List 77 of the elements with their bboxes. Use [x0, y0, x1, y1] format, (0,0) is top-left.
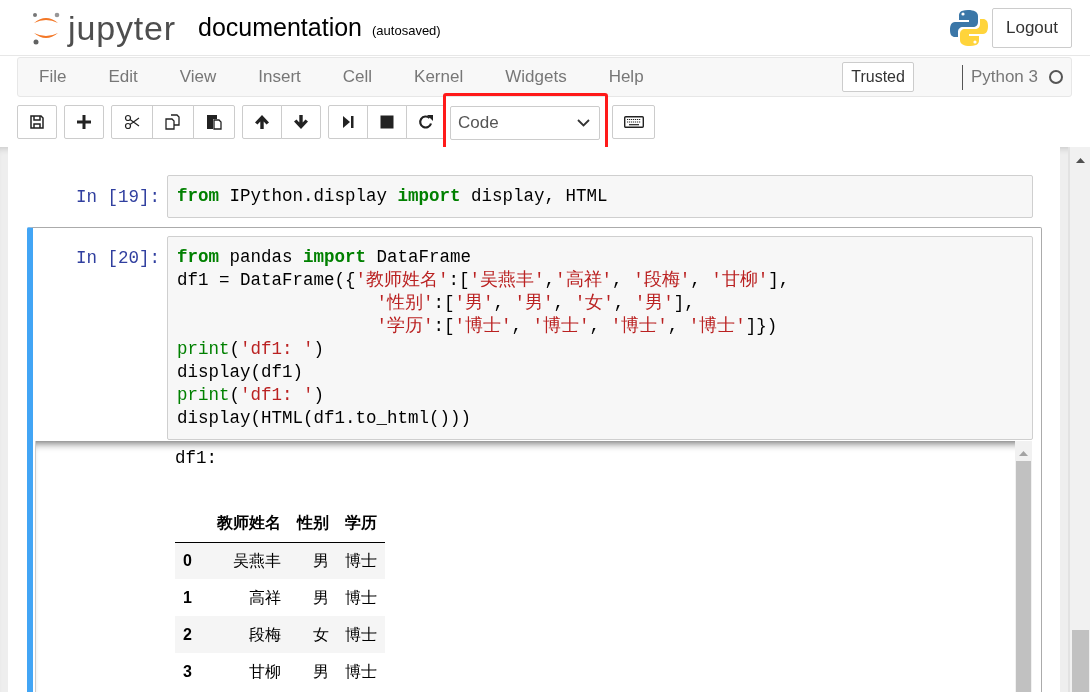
table-cell: 男: [289, 579, 337, 616]
menu-item[interactable]: Widgets: [484, 64, 588, 90]
table-cell: 吴燕丰: [209, 542, 289, 579]
column-header: 学历: [337, 505, 385, 542]
cell-type-dropdown[interactable]: Code: [450, 106, 600, 140]
output-scrollbar[interactable]: [1015, 441, 1032, 692]
table-cell: 博士: [337, 616, 385, 653]
code-line: from pandas import DataFrame: [177, 246, 472, 269]
input-prompt: In [20]:: [75, 247, 161, 270]
row-index: 0: [175, 542, 209, 579]
cut-button[interactable]: [111, 105, 153, 139]
save-status: (autosaved): [372, 21, 441, 40]
run-button[interactable]: [328, 105, 368, 139]
stop-icon: [379, 114, 395, 130]
step-forward-icon: [340, 114, 356, 130]
copy-icon: [165, 114, 181, 130]
menu-item[interactable]: Cell: [321, 64, 394, 90]
output-text: df1:: [175, 447, 217, 470]
code-line: print('df1: '): [177, 338, 325, 361]
move-down-button[interactable]: [281, 105, 321, 139]
page-scrollbar[interactable]: [1068, 147, 1090, 692]
menu-item[interactable]: Help: [587, 64, 665, 90]
logout-button[interactable]: Logout: [992, 7, 1072, 48]
table-cell: 男: [289, 653, 337, 690]
arrow-up-icon: [254, 114, 270, 130]
code-line: print('df1: '): [177, 384, 325, 407]
scrollbar-thumb[interactable]: [1071, 630, 1089, 692]
menu-item[interactable]: Edit: [87, 64, 159, 90]
python-logo-icon: [950, 8, 988, 47]
interrupt-button[interactable]: [367, 105, 407, 139]
jupyter-wordmark: jupyter: [68, 10, 176, 45]
table-cell: 甘柳: [209, 653, 289, 690]
code-line: '学历':['博士', '博士', '博士', '博士']}): [375, 315, 778, 338]
menu-item[interactable]: View: [158, 64, 238, 90]
notebook-name[interactable]: documentation: [198, 8, 362, 47]
code-line: display(df1): [177, 361, 304, 384]
copy-button[interactable]: [152, 105, 194, 139]
row-index: 3: [175, 653, 209, 690]
table-cell: 高祥: [209, 579, 289, 616]
column-header: 教师姓名: [209, 505, 289, 542]
table-cell: 博士: [337, 653, 385, 690]
code-input[interactable]: [167, 236, 1033, 440]
add-cell-button[interactable]: [64, 105, 104, 139]
keyboard-shortcuts-button[interactable]: [612, 105, 655, 139]
plus-icon: [76, 114, 92, 130]
save-button[interactable]: [17, 105, 57, 139]
code-line: from IPython.display import display, HTML: [177, 185, 608, 208]
menu-item[interactable]: Kernel: [393, 64, 485, 90]
paste-icon: [206, 114, 222, 130]
table-cell: 段梅: [209, 616, 289, 653]
scissors-icon: [124, 114, 140, 130]
kernel-name: Python 3: [970, 66, 1038, 89]
menu-item[interactable]: File: [18, 64, 88, 90]
save-icon: [29, 114, 45, 130]
input-prompt: In [19]:: [75, 186, 161, 209]
code-line: '性别':['男', '男', '女', '男'],: [375, 292, 695, 315]
paste-button[interactable]: [193, 105, 235, 139]
scroll-up-arrow-icon[interactable]: [1075, 158, 1085, 163]
menu-item[interactable]: Insert: [237, 64, 322, 90]
restart-icon: [418, 114, 434, 130]
scrollbar-thumb[interactable]: [1016, 461, 1031, 692]
table-cell: 博士: [337, 542, 385, 579]
code-line: display(HTML(df1.to_html())): [177, 407, 472, 430]
row-index: 2: [175, 616, 209, 653]
chevron-down-icon: [577, 119, 590, 127]
move-up-button[interactable]: [242, 105, 282, 139]
code-line: df1 = DataFrame({'教师姓名':['吴燕丰','高祥', '段梅', '甘柳'],: [177, 269, 790, 292]
code-input[interactable]: from IPython.display import display, HTML: [167, 175, 1033, 218]
keyboard-icon: [623, 116, 644, 128]
table-cell: 男: [289, 542, 337, 579]
row-index: 1: [175, 579, 209, 616]
column-header: 性别: [289, 505, 337, 542]
table-cell: 女: [289, 616, 337, 653]
restart-button[interactable]: [406, 105, 446, 139]
arrow-down-icon: [293, 114, 309, 130]
trusted-badge: Trusted: [842, 62, 914, 92]
table-cell: 博士: [337, 579, 385, 616]
